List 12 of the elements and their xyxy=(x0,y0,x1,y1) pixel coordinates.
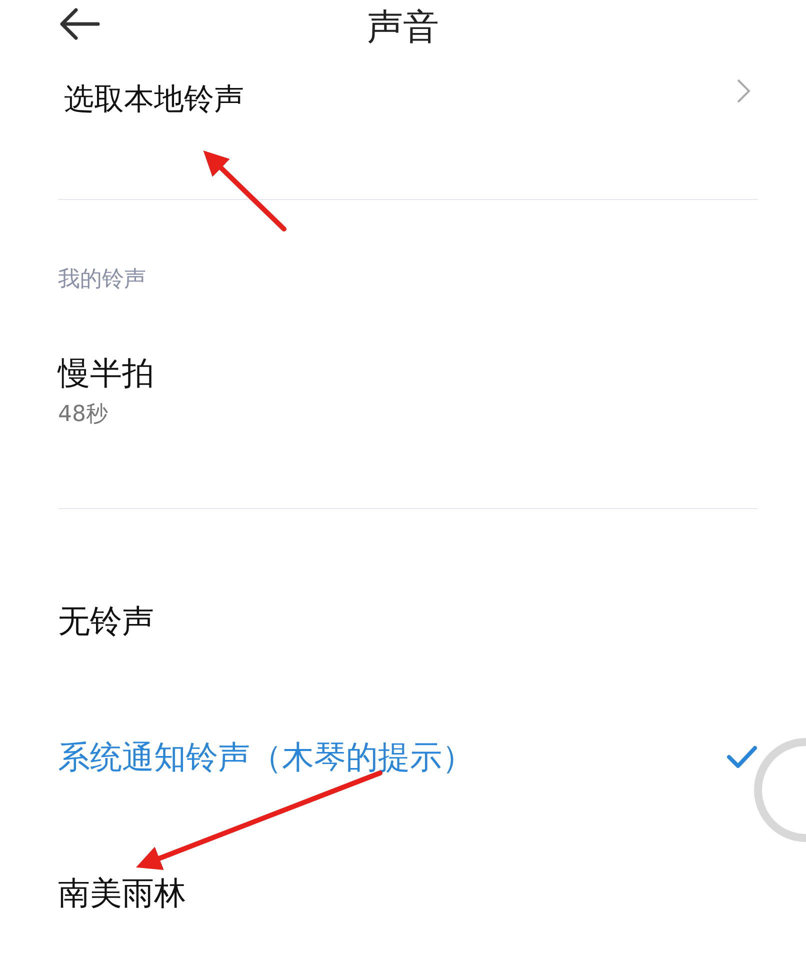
section-title: 我的铃声 xyxy=(58,267,146,292)
scroll-handle[interactable] xyxy=(754,738,806,842)
ringtone-item[interactable]: 慢半拍 48秒 xyxy=(58,295,758,509)
ringtone-option[interactable]: 南美雨林 xyxy=(58,871,186,915)
local-ringtone-row[interactable]: 选取本地铃声 xyxy=(58,56,758,200)
ringtone-option[interactable]: 无铃声 xyxy=(58,599,154,643)
ringtone-option[interactable]: 系统通知铃声（木琴的提示） xyxy=(58,735,474,779)
page-title: 声音 xyxy=(367,7,439,48)
chevron-icon xyxy=(736,78,752,104)
back-button[interactable] xyxy=(58,6,100,42)
ringtone-name: 慢半拍 xyxy=(58,354,154,392)
duration-text: 48秒 xyxy=(58,402,108,427)
